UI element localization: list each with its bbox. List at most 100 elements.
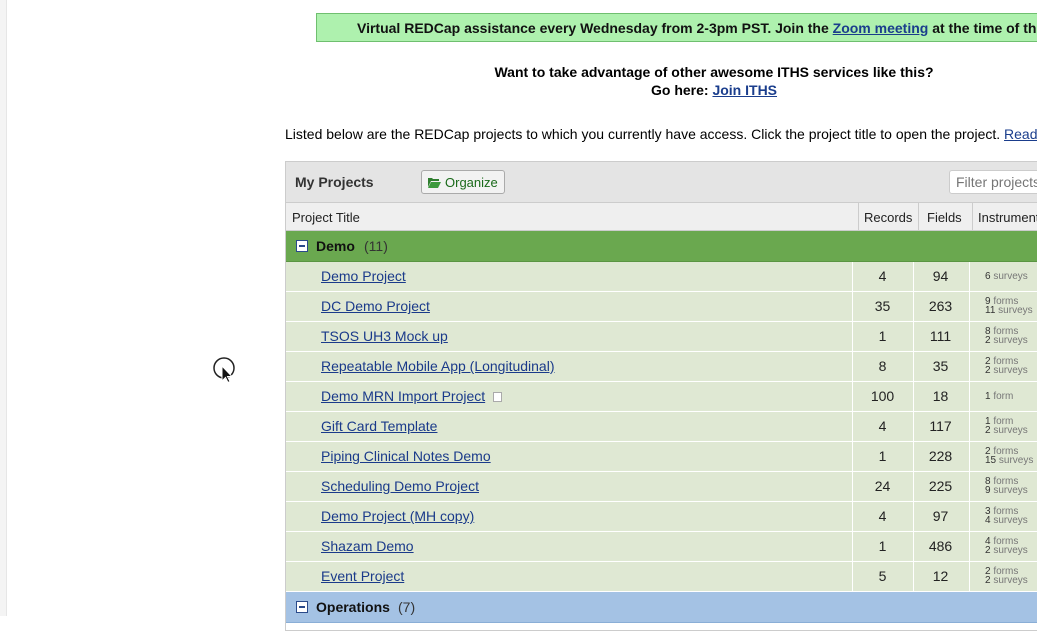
project-title[interactable]: Demo MRN Import Project xyxy=(321,388,485,404)
project-title-link[interactable]: Repeatable Mobile App (Longitudinal) xyxy=(321,358,555,374)
col-fields[interactable]: Fields xyxy=(927,210,962,225)
folder-name: Operations xyxy=(316,599,390,615)
instrument-type: surveys xyxy=(993,515,1028,526)
instrument-count: 15 xyxy=(985,455,997,466)
col-project-title[interactable]: Project Title xyxy=(292,210,360,225)
records-count: 1 xyxy=(878,328,887,344)
col-records[interactable]: Records xyxy=(864,210,912,225)
project-title[interactable]: Demo Project (MH copy) xyxy=(321,508,474,524)
instruments-summary: 1 form 2 surveys xyxy=(985,417,1028,436)
col-instruments[interactable]: Instruments xyxy=(978,210,1037,225)
intro-text: Listed below are the REDCap projects to … xyxy=(285,126,1037,142)
project-title[interactable]: Demo Project xyxy=(321,268,406,284)
project-row: Demo Project (MH copy) 4 97 3 forms 4 survey… xyxy=(286,502,1037,532)
left-margin xyxy=(0,0,7,616)
fields-count: 97 xyxy=(932,508,949,524)
project-title[interactable]: Gift Card Template xyxy=(321,418,437,434)
project-title-link[interactable]: DC Demo Project xyxy=(321,298,430,314)
project-row: Shazam Demo 1 486 4 forms 2 surveys xyxy=(286,532,1037,562)
records-count: 4 xyxy=(878,268,887,284)
collapse-minus-icon[interactable] xyxy=(296,240,308,252)
instruments-summary: 9 forms 11 surveys xyxy=(985,297,1033,316)
records-count: 1 xyxy=(878,448,887,464)
organize-label: Organize xyxy=(445,174,498,190)
project-row: Demo MRN Import Project 100 18 1 form xyxy=(286,382,1037,412)
fields-count: 12 xyxy=(932,568,949,584)
project-row: Event Project 5 12 2 forms 2 surveys xyxy=(286,562,1037,592)
project-title-link[interactable]: Piping Clinical Notes Demo xyxy=(321,448,491,464)
instrument-count: 11 xyxy=(985,305,996,316)
project-title[interactable]: Scheduling Demo Project xyxy=(321,478,479,494)
iths-promo: Want to take advantage of other awesome … xyxy=(394,63,1034,99)
project-row: Piping Clinical Notes Demo 1 228 2 forms 15 … xyxy=(286,442,1037,472)
instruments-summary: 8 forms 9 surveys xyxy=(985,477,1028,496)
project-row: TSOS UH3 Mock up 1 111 8 forms 2 surveys xyxy=(286,322,1037,352)
fields-count: 225 xyxy=(928,478,953,494)
zoom-meeting-link[interactable]: Zoom meeting xyxy=(833,20,929,36)
folder-open-icon xyxy=(428,177,441,188)
folder-operations[interactable]: Operations (7) xyxy=(286,592,1037,623)
instrument-type: surveys xyxy=(993,485,1028,496)
zoom-assistance-banner: Virtual REDCap assistance every Wednesda… xyxy=(316,13,1037,42)
promo-line: Want to take advantage of other awesome … xyxy=(494,64,934,80)
project-title[interactable]: Event Project xyxy=(321,568,404,584)
records-count: 35 xyxy=(874,298,891,314)
project-title-link[interactable]: Demo MRN Import Project xyxy=(321,388,503,404)
read-more-link[interactable]: Read more xyxy=(1004,126,1037,142)
instrument-count: 2 xyxy=(985,575,991,586)
project-title[interactable]: Shazam Demo xyxy=(321,538,414,554)
fields-count: 111 xyxy=(929,328,952,344)
project-title[interactable]: TSOS UH3 Mock up xyxy=(321,328,448,344)
records-count: 100 xyxy=(870,388,895,404)
instruments-summary: 2 forms 2 surveys xyxy=(985,357,1028,376)
project-row: Demo Project 4 94 6 surveys xyxy=(286,262,1037,292)
instrument-type: form xyxy=(993,391,1014,402)
project-title-link[interactable]: Demo Project (MH copy) xyxy=(321,508,474,524)
project-title-link[interactable]: Demo Project xyxy=(321,268,406,284)
folder-count: (11) xyxy=(364,238,388,254)
project-row: Gift Card Template 4 117 1 form 2 surveys xyxy=(286,412,1037,442)
instrument-count: 2 xyxy=(985,335,991,346)
folder-demo[interactable]: Demo (11) xyxy=(286,231,1037,262)
project-title-link[interactable]: TSOS UH3 Mock up xyxy=(321,328,448,344)
project-title[interactable]: DC Demo Project xyxy=(321,298,430,314)
instrument-count: 1 xyxy=(985,391,991,402)
join-iths-link[interactable]: Join ITHS xyxy=(712,82,777,98)
fields-count: 35 xyxy=(932,358,949,374)
mouse-cursor-icon xyxy=(213,357,235,383)
records-count: 4 xyxy=(878,508,887,524)
records-count: 1 xyxy=(878,538,887,554)
fields-count: 486 xyxy=(928,538,953,554)
project-title-link[interactable]: Event Project xyxy=(321,568,404,584)
records-count: 4 xyxy=(878,418,887,434)
filter-projects-input[interactable] xyxy=(949,170,1037,194)
promo-prefix: Go here: xyxy=(650,82,713,98)
collapse-minus-icon[interactable] xyxy=(296,601,308,613)
project-title-link[interactable]: Shazam Demo xyxy=(321,538,414,554)
instruments-summary: 6 surveys xyxy=(985,272,1028,282)
project-row: Scheduling Demo Project 24 225 8 forms 9 sur… xyxy=(286,472,1037,502)
instruments-summary: 3 forms 4 surveys xyxy=(985,507,1028,526)
fields-count: 117 xyxy=(929,418,952,434)
project-title-link[interactable]: Gift Card Template xyxy=(321,418,437,434)
project-title[interactable]: Piping Clinical Notes Demo xyxy=(321,448,491,464)
banner-text-end: at the time of the meeting xyxy=(932,20,1037,36)
fields-count: 94 xyxy=(932,268,949,284)
project-row: DC Demo Project 35 263 9 forms 11 surveys xyxy=(286,292,1037,322)
instruments-summary: 2 forms 2 surveys xyxy=(985,567,1028,586)
fields-count: 18 xyxy=(932,388,949,404)
instrument-type: surveys xyxy=(993,425,1028,436)
records-count: 5 xyxy=(878,568,887,584)
column-headers: Project Title Records Fields Instruments xyxy=(286,203,1037,231)
instruments-summary: 2 forms 15 surveys xyxy=(985,447,1033,466)
instruments-summary: 8 forms 2 surveys xyxy=(985,327,1028,346)
project-title-link[interactable]: Scheduling Demo Project xyxy=(321,478,479,494)
organize-button[interactable]: Organize xyxy=(421,170,505,194)
instrument-type: surveys xyxy=(993,545,1028,556)
project-title[interactable]: Repeatable Mobile App (Longitudinal) xyxy=(321,358,555,374)
records-count: 24 xyxy=(874,478,891,494)
instrument-count: 2 xyxy=(985,425,991,436)
instrument-count: 2 xyxy=(985,545,991,556)
records-count: 8 xyxy=(878,358,887,374)
instrument-count: 2 xyxy=(985,365,991,376)
